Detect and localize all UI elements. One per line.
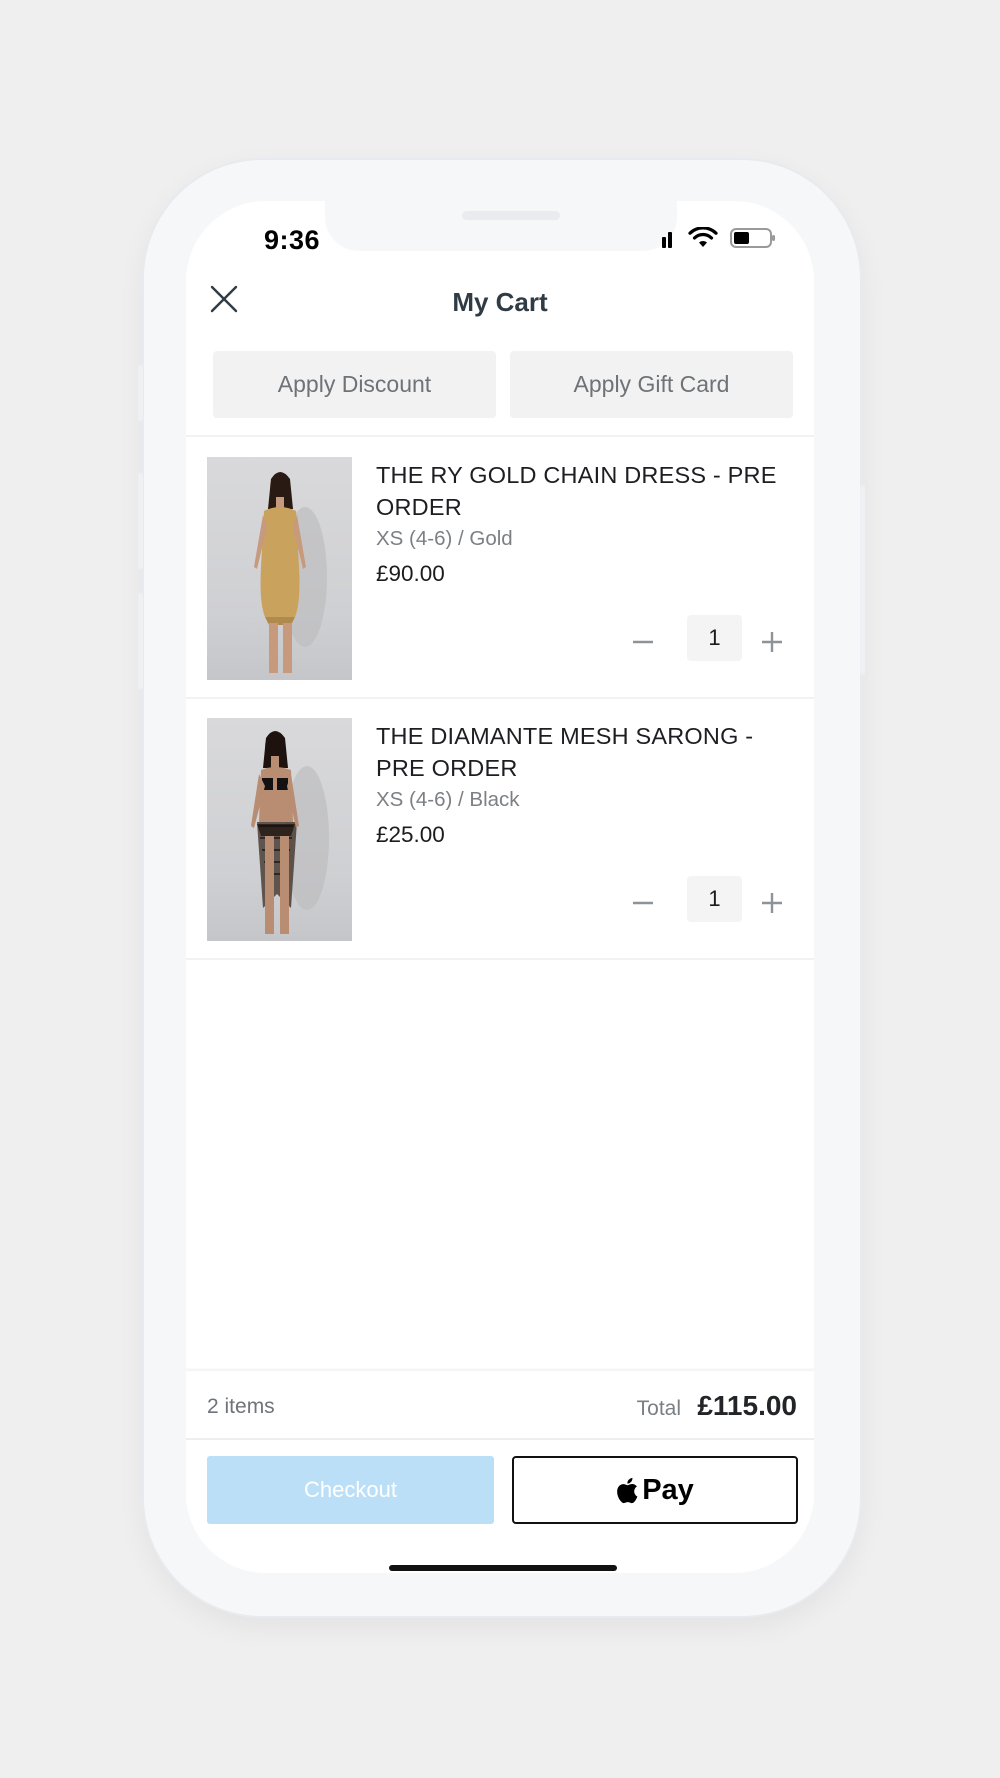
cart-item: THE RY GOLD CHAIN DRESS - PRE ORDER XS (…: [186, 437, 814, 697]
screen: 9:36 My Cart Apply Discount Apply Gift C…: [186, 201, 814, 1573]
apple-pay-label: Pay: [642, 1473, 694, 1506]
product-price: £90.00: [376, 561, 445, 586]
apple-logo-icon: [617, 1477, 638, 1503]
product-image[interactable]: [207, 718, 352, 941]
product-variant: XS (4-6) / Gold: [376, 527, 513, 550]
footer-shadow: [186, 1367, 814, 1371]
status-icons: [648, 227, 776, 249]
divider: [186, 958, 814, 960]
plus-icon[interactable]: [757, 627, 787, 657]
plus-icon[interactable]: [757, 888, 787, 918]
signal-icon: [662, 232, 672, 248]
apply-gift-card-button[interactable]: Apply Gift Card: [510, 351, 793, 418]
apple-pay-button[interactable]: Pay: [512, 1456, 798, 1524]
product-name[interactable]: THE RY GOLD CHAIN DRESS - PRE ORDER: [376, 459, 786, 523]
product-photo-mesh-sarong: [251, 731, 329, 934]
footer-divider: [186, 1438, 814, 1440]
product-name[interactable]: THE DIAMANTE MESH SARONG - PRE ORDER: [376, 720, 786, 784]
home-indicator: [389, 1565, 617, 1571]
side-button-mute: [138, 365, 143, 421]
total-value: £115.00: [697, 1390, 797, 1421]
side-button-volume-down: [138, 593, 143, 689]
product-image[interactable]: [207, 457, 352, 680]
quantity-value[interactable]: 1: [687, 876, 742, 922]
cart-footer: 2 items Total £115.00 Checkout Pay: [186, 1367, 814, 1573]
apply-discount-button[interactable]: Apply Discount: [213, 351, 496, 418]
items-count: 2 items: [207, 1395, 275, 1418]
cart-header: My Cart: [186, 273, 814, 335]
checkout-button[interactable]: Checkout: [207, 1456, 494, 1524]
product-variant: XS (4-6) / Black: [376, 788, 520, 811]
product-price: £25.00: [376, 822, 445, 847]
total-label: Total: [636, 1397, 681, 1420]
cart-item: THE DIAMANTE MESH SARONG - PRE ORDER XS …: [186, 698, 814, 958]
product-photo-gold-dress: [254, 472, 327, 673]
quantity-value[interactable]: 1: [687, 615, 742, 661]
side-button-volume-up: [138, 473, 143, 569]
battery-icon: [730, 228, 775, 248]
page-title: My Cart: [452, 287, 548, 317]
side-button-power: [860, 485, 865, 675]
minus-icon[interactable]: [628, 627, 658, 657]
speaker: [462, 211, 560, 220]
status-time: 9:36: [264, 225, 321, 255]
wifi-icon: [688, 227, 718, 247]
minus-icon[interactable]: [628, 888, 658, 918]
notch: [325, 201, 677, 251]
